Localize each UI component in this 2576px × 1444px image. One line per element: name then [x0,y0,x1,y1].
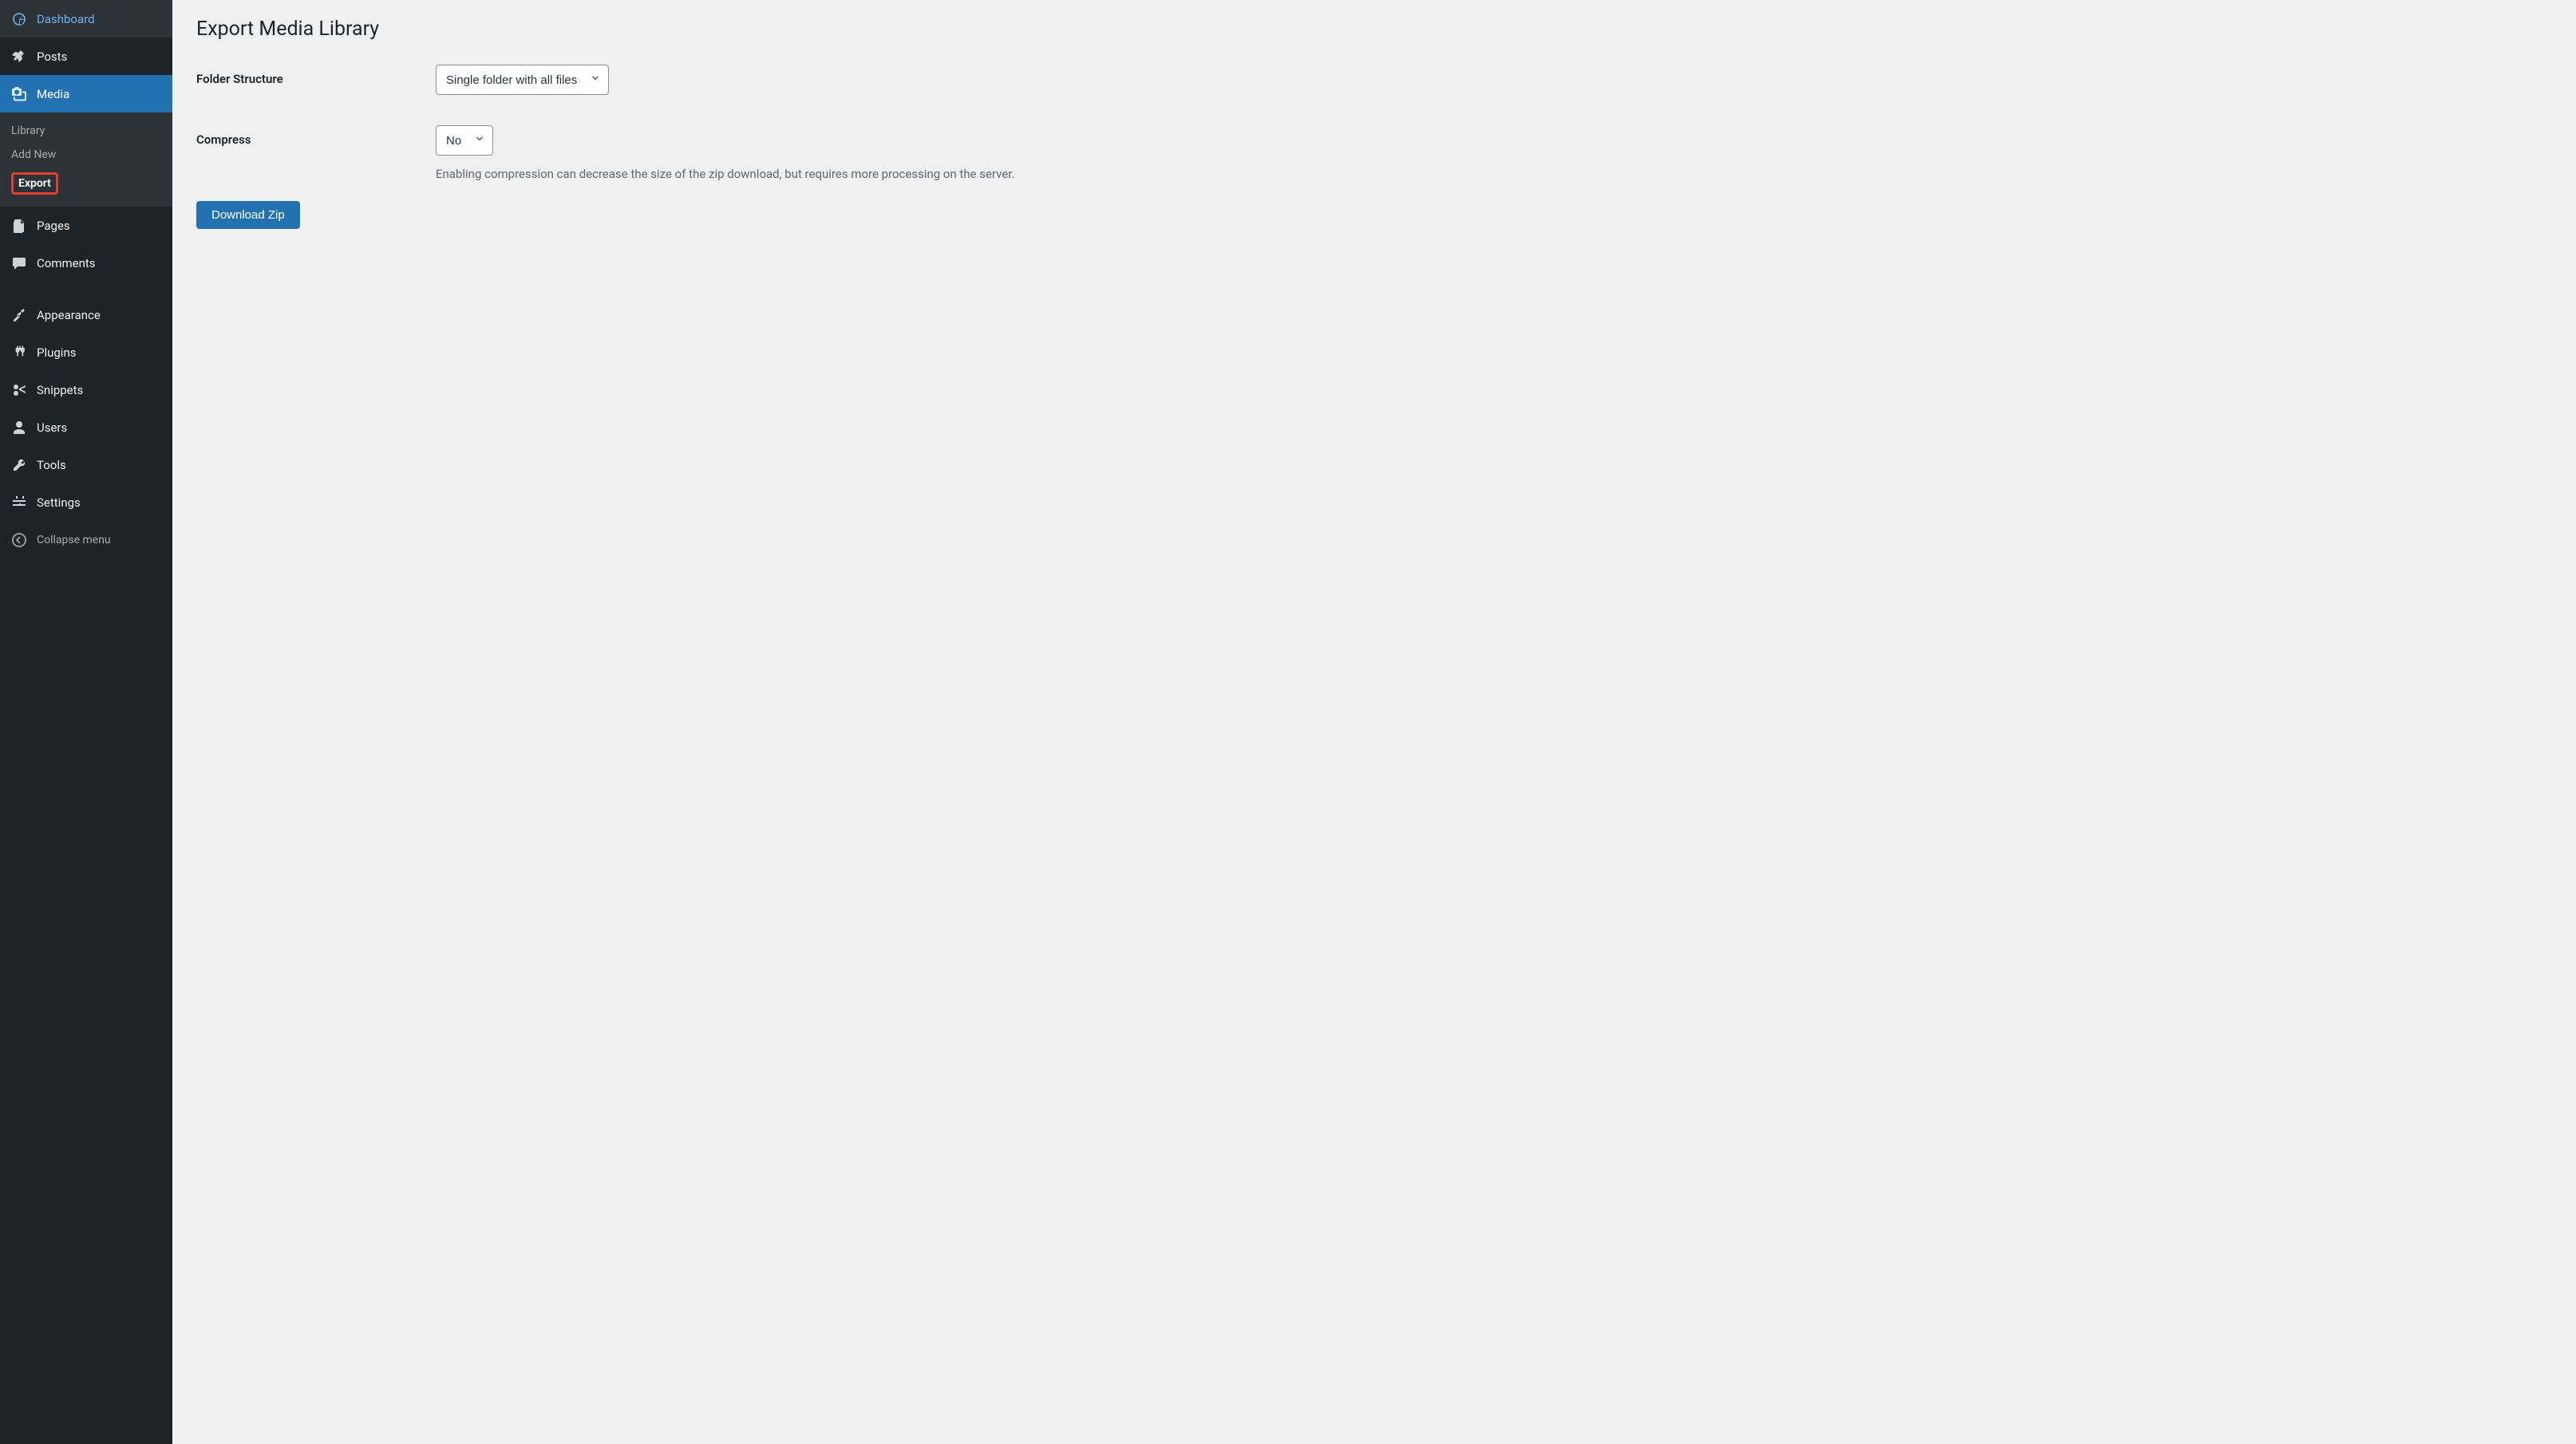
sidebar-item-label: Plugins [37,345,76,360]
folder-structure-select[interactable]: Single folder with all files [436,65,609,95]
compress-label: Compress [196,125,436,183]
sidebar-item-label: Media [37,87,69,101]
sidebar-item-comments[interactable]: Comments [0,244,172,282]
submenu-item-library[interactable]: Library [0,119,172,143]
sidebar-item-pages[interactable]: Pages [0,207,172,244]
submenu-item-export[interactable]: Export [0,167,172,200]
sidebar-item-label: Tools [37,458,66,472]
collapse-label: Collapse menu [37,534,111,546]
page-title: Export Media Library [196,11,2552,41]
media-submenu: Library Add New Export [0,112,172,207]
pages-icon [10,216,29,235]
users-icon [10,418,29,437]
appearance-icon [10,306,29,325]
dashboard-icon [10,10,29,29]
pin-icon [10,47,29,66]
tools-icon [10,456,29,475]
submenu-label-highlighted: Export [11,172,58,195]
menu-separator [0,282,172,296]
snippets-icon [10,381,29,400]
sidebar-item-label: Settings [37,495,81,510]
download-zip-button[interactable]: Download Zip [196,201,300,229]
sidebar-item-plugins[interactable]: Plugins [0,333,172,371]
sidebar-item-appearance[interactable]: Appearance [0,296,172,333]
main-content: Export Media Library Folder Structure Si… [172,0,2576,1444]
sidebar-item-label: Snippets [37,383,83,397]
form-row-folder-structure: Folder Structure Single folder with all … [196,65,2552,95]
sidebar-item-label: Users [37,420,67,435]
form-row-compress: Compress No Enabling compression can dec… [196,125,2552,183]
settings-icon [10,493,29,512]
sidebar-item-label: Appearance [37,308,101,322]
submenu-item-add-new[interactable]: Add New [0,143,172,167]
sidebar-item-label: Posts [37,49,67,64]
sidebar-item-label: Comments [37,256,96,270]
sidebar-item-snippets[interactable]: Snippets [0,371,172,408]
folder-structure-field: Single folder with all files [436,65,2552,95]
sidebar-item-media[interactable]: Media [0,75,172,112]
collapse-menu[interactable]: Collapse menu [0,521,172,558]
sidebar-item-tools[interactable]: Tools [0,446,172,483]
compress-select[interactable]: No [436,125,493,156]
sidebar-item-dashboard[interactable]: Dashboard [0,0,172,37]
compress-description: Enabling compression can decrease the si… [436,165,2552,183]
sidebar-item-posts[interactable]: Posts [0,37,172,75]
admin-sidebar: Dashboard Posts Media Library Add New Ex… [0,0,172,1444]
sidebar-item-label: Dashboard [37,12,95,26]
compress-field: No Enabling compression can decrease the… [436,125,2552,183]
export-form: Folder Structure Single folder with all … [196,65,2552,229]
folder-structure-label: Folder Structure [196,65,436,95]
sidebar-item-settings[interactable]: Settings [0,483,172,521]
media-icon [10,85,29,104]
comments-icon [10,254,29,273]
plugins-icon [10,343,29,362]
collapse-icon [10,531,29,550]
sidebar-item-label: Pages [37,219,70,233]
sidebar-item-users[interactable]: Users [0,408,172,446]
